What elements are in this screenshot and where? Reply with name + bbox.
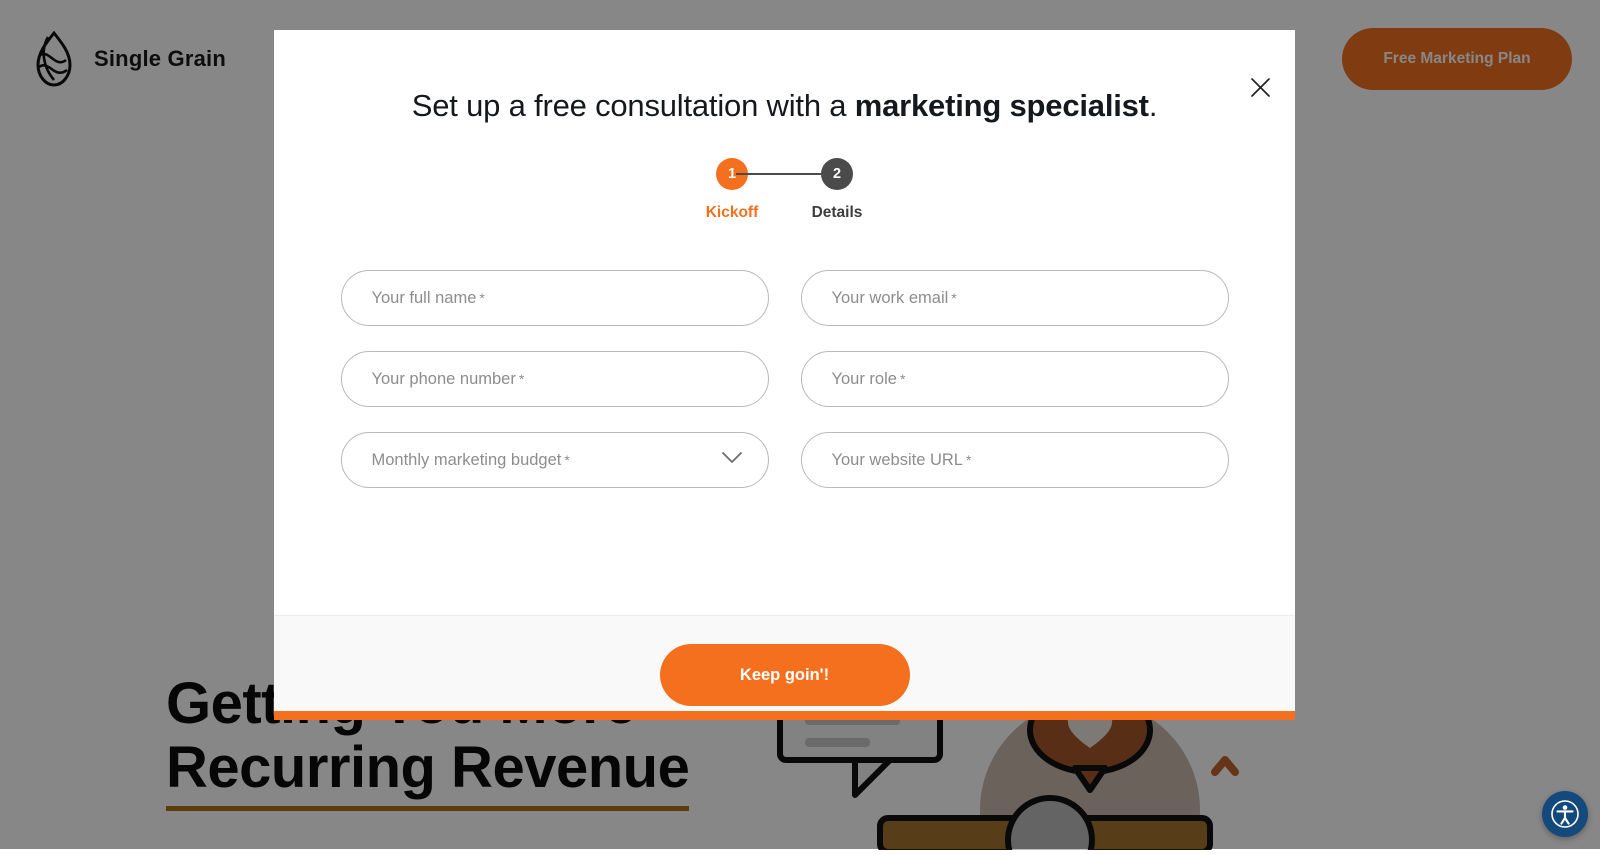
website-url-placeholder: Your website URL <box>832 451 963 470</box>
marketing-budget-select[interactable]: Monthly marketing budget* <box>341 432 769 488</box>
accessibility-widget-button[interactable] <box>1542 791 1588 837</box>
phone-number-placeholder: Your phone number <box>372 370 516 389</box>
step-kickoff-label: Kickoff <box>706 204 759 222</box>
step-details-number: 2 <box>821 158 853 190</box>
work-email-required: * <box>951 290 956 306</box>
step-details[interactable]: 2 Details <box>802 158 872 222</box>
role-required: * <box>900 371 905 387</box>
role-placeholder: Your role <box>832 370 897 389</box>
website-url-field[interactable]: Your website URL* <box>801 432 1229 488</box>
modal-footer: Keep goin'! <box>274 615 1295 711</box>
consultation-modal: Set up a free consultation with a market… <box>274 30 1295 720</box>
work-email-placeholder: Your work email <box>832 289 949 308</box>
close-icon[interactable] <box>1243 70 1277 104</box>
step-indicator: 1 Kickoff 2 Details <box>274 158 1295 222</box>
modal-title-plain: Set up a free consultation with a <box>412 88 855 123</box>
modal-title-bold: marketing specialist <box>855 88 1149 123</box>
phone-number-required: * <box>519 371 524 387</box>
keep-goin-submit-button[interactable]: Keep goin'! <box>660 644 910 706</box>
accessibility-person-icon <box>1550 799 1580 829</box>
full-name-placeholder: Your full name <box>372 289 477 308</box>
marketing-budget-placeholder: Monthly marketing budget <box>372 451 562 470</box>
marketing-budget-required: * <box>564 452 569 468</box>
modal-title-period: . <box>1149 88 1157 123</box>
modal-title: Set up a free consultation with a market… <box>274 87 1295 125</box>
work-email-field[interactable]: Your work email* <box>801 270 1229 326</box>
full-name-field[interactable]: Your full name* <box>341 270 769 326</box>
step-details-label: Details <box>812 204 863 222</box>
consultation-form: Your full name* Your work email* Your ph… <box>341 270 1229 488</box>
full-name-required: * <box>479 290 484 306</box>
chevron-down-icon <box>722 451 742 469</box>
phone-number-field[interactable]: Your phone number* <box>341 351 769 407</box>
step-kickoff[interactable]: 1 Kickoff <box>697 158 767 222</box>
role-field[interactable]: Your role* <box>801 351 1229 407</box>
website-url-required: * <box>966 452 971 468</box>
